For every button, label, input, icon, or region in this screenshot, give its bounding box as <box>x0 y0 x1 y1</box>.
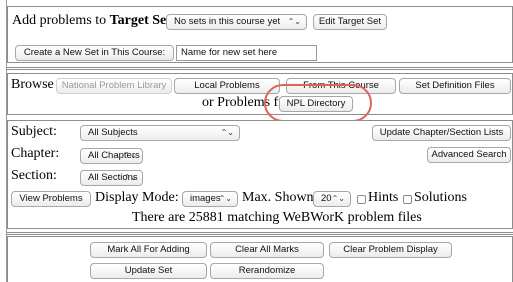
actions-panel: Mark All For Adding Clear All Marks Clea… <box>7 236 513 282</box>
select-arrow-icon: ⌃⌄ <box>123 151 137 160</box>
highlight-circle <box>264 84 372 122</box>
select-arrow-icon: ⌃⌄ <box>220 128 234 137</box>
chapter-select[interactable]: All Chapters ⌃⌄ <box>80 148 143 164</box>
hints-label: Hints <box>368 190 399 205</box>
subject-label: Subject: <box>11 124 57 139</box>
clear-all-marks-button[interactable]: Clear All Marks <box>210 242 324 258</box>
section-select[interactable]: All Sections ⌃⌄ <box>80 170 143 186</box>
match-count-text: There are 25881 matching WeBWorK problem… <box>132 210 422 225</box>
update-set-button[interactable]: Update Set <box>90 263 207 279</box>
max-shown-select[interactable]: 20 ⌃⌄ <box>313 191 351 207</box>
mark-all-for-adding-button[interactable]: Mark All For Adding <box>90 242 207 258</box>
solutions-checkbox[interactable] <box>403 195 412 204</box>
divider <box>7 69 513 70</box>
divider <box>7 234 513 235</box>
target-set-panel: Add problems to Target Set: No sets in t… <box>7 6 513 63</box>
set-definition-files-button[interactable]: Set Definition Files <box>399 78 511 94</box>
advanced-search-button[interactable]: Advanced Search <box>427 147 511 163</box>
display-mode-label: Display Mode: <box>95 190 179 205</box>
divider <box>7 67 513 68</box>
display-mode-select-value: images <box>190 193 221 204</box>
section-label: Section: <box>11 168 57 183</box>
new-set-name-input[interactable]: Name for new set here <box>176 45 317 61</box>
select-arrow-icon: ⌃⌄ <box>287 17 301 26</box>
solutions-label: Solutions <box>414 190 467 205</box>
browse-label: Browse <box>11 77 54 92</box>
max-shown-label: Max. Shown: <box>242 190 318 205</box>
chapter-label: Chapter: <box>11 146 60 161</box>
create-new-set-button[interactable]: Create a New Set in This Course: <box>15 45 174 61</box>
local-problems-button[interactable]: Local Problems <box>174 78 280 94</box>
subject-select[interactable]: All Subjects ⌃⌄ <box>80 125 240 141</box>
target-set-select[interactable]: No sets in this course yet ⌃⌄ <box>166 14 307 30</box>
max-shown-select-value: 20 <box>321 193 332 204</box>
update-chapter-section-lists-button[interactable]: Update Chapter/Section Lists <box>372 125 511 141</box>
browse-panel: Browse National Problem Library Local Pr… <box>7 73 513 115</box>
view-problems-button[interactable]: View Problems <box>11 191 91 207</box>
national-problem-library-button[interactable]: National Problem Library <box>56 78 172 94</box>
hints-checkbox[interactable] <box>357 195 366 204</box>
select-arrow-icon: ⌃⌄ <box>331 194 345 203</box>
add-problems-label: Add problems to Target Set: <box>12 13 176 28</box>
target-set-select-value: No sets in this course yet <box>174 16 281 27</box>
divider <box>7 232 513 233</box>
select-arrow-icon: ⌃⌄ <box>218 194 232 203</box>
subject-select-value: All Subjects <box>88 127 138 138</box>
rerandomize-button[interactable]: Rerandomize <box>210 263 324 279</box>
edit-target-set-button[interactable]: Edit Target Set <box>313 14 387 30</box>
filter-panel: Subject: All Subjects ⌃⌄ Update Chapter/… <box>7 120 513 229</box>
select-arrow-icon: ⌃⌄ <box>123 173 137 182</box>
display-mode-select[interactable]: images ⌃⌄ <box>182 191 238 207</box>
clear-problem-display-button[interactable]: Clear Problem Display <box>329 242 452 258</box>
